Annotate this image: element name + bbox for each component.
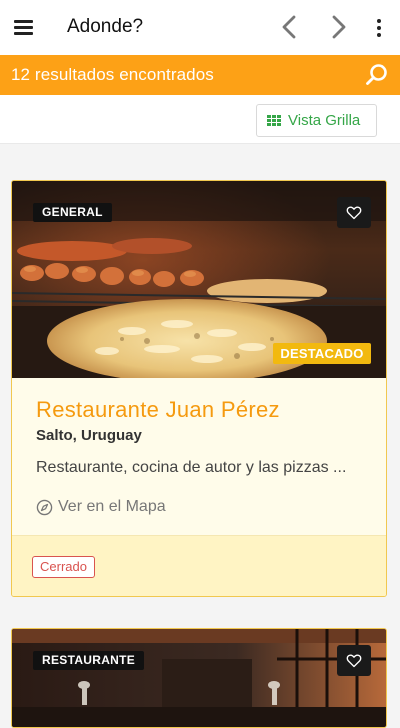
grid-view-button[interactable]: Vista Grilla	[256, 104, 377, 137]
search-icon[interactable]	[364, 62, 390, 88]
favorite-button[interactable]	[337, 197, 371, 228]
compass-icon	[36, 499, 53, 516]
menu-icon[interactable]	[12, 16, 36, 40]
results-count: 12 resultados encontrados	[11, 65, 214, 84]
listing-image	[12, 629, 386, 727]
view-on-map-label: Ver en el Mapa	[58, 498, 166, 515]
heart-icon	[346, 206, 362, 220]
grid-view-label: Vista Grilla	[288, 112, 361, 129]
heart-icon	[346, 654, 362, 668]
more-vert-icon[interactable]	[370, 16, 388, 40]
chevron-right-icon[interactable]	[324, 13, 352, 41]
category-badge: GENERAL	[33, 203, 112, 222]
listing-card[interactable]: GENERAL DESTACADO Restaurante Juan Pérez…	[11, 180, 387, 597]
app-bar: Adonde?	[0, 0, 400, 55]
app-title: Adonde?	[67, 16, 144, 37]
chevron-left-icon[interactable]	[276, 13, 304, 41]
category-badge: RESTAURANTE	[33, 651, 145, 670]
listing-description: Restaurante, cocina de autor y las pizza…	[36, 459, 347, 476]
featured-badge: DESTACADO	[273, 343, 371, 364]
listing-location: Salto, Uruguay	[36, 427, 142, 444]
view-toolbar: Vista Grilla	[0, 95, 400, 144]
favorite-button[interactable]	[337, 645, 371, 676]
results-bar: 12 resultados encontrados	[0, 55, 400, 95]
listing-card[interactable]: RESTAURANTE	[11, 628, 387, 728]
grid-icon	[267, 115, 282, 127]
card-footer: Cerrado	[12, 535, 386, 596]
status-badge: Cerrado	[32, 556, 95, 578]
listing-name[interactable]: Restaurante Juan Pérez	[36, 397, 280, 423]
